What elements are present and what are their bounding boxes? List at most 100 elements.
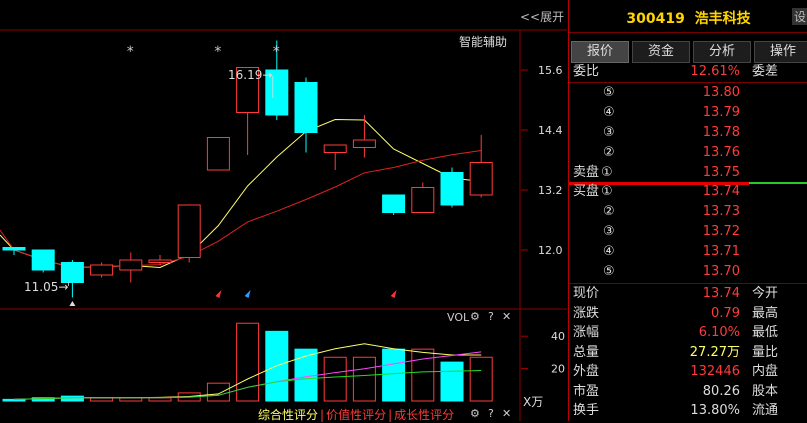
quote-panel: 300419 浩丰科技 设 报价 资金 分析 操作 委比 12.61% 委差 ⑤… <box>568 0 807 421</box>
sell-row[interactable]: 卖盘 ① 13.75 <box>569 163 807 183</box>
buy-row[interactable]: ④ 13.71 <box>569 242 807 262</box>
volume-bar <box>323 356 347 402</box>
price-tick-label: 14.4 <box>538 124 563 137</box>
kline-chart-panel[interactable]: 12.0 13.2 14.4 15.6 20 40 * * * <<展开 智能辅助 16.1… <box>0 0 567 422</box>
sell-row[interactable]: ⑤ 13.80 <box>569 83 807 103</box>
candle-body <box>323 144 347 153</box>
sell-level: ③ <box>603 125 615 140</box>
weibi-row: 委比 12.61% 委差 <box>573 64 778 79</box>
sell-price: 13.76 <box>702 145 740 160</box>
tab-quote[interactable]: 报价 <box>571 41 629 63</box>
sell-level: ④ <box>603 105 615 120</box>
price-tick-label: 15.6 <box>538 64 563 77</box>
candle-body <box>294 82 318 133</box>
stat-value: 6.10% <box>698 325 740 340</box>
sell-row[interactable]: ④ 13.79 <box>569 103 807 123</box>
sell-price: 13.79 <box>702 105 740 120</box>
buy-level: ② <box>603 204 615 219</box>
vol-label: VOL <box>447 311 470 324</box>
buy-price: 13.74 <box>702 184 740 199</box>
candle-body <box>31 249 55 271</box>
vol-tick-label: 20 <box>551 363 565 376</box>
stat-row: 外盘 132446 内盘 <box>569 362 807 382</box>
candle-body <box>352 139 376 148</box>
volume-bar <box>206 382 230 402</box>
buy-price: 13.71 <box>702 244 740 259</box>
stat-row: 换手 13.80% 流通 <box>569 401 807 421</box>
star-marker: * <box>127 44 134 60</box>
stat-value: 13.80% <box>690 403 740 418</box>
candle-body <box>119 259 143 271</box>
price-tick-label: 13.2 <box>538 184 563 197</box>
buy-level: ③ <box>603 224 615 239</box>
aux-label[interactable]: 智能辅助 <box>459 33 507 50</box>
stat-label: 总量 <box>573 344 600 360</box>
buy-price: 13.73 <box>702 204 740 219</box>
low-annotation: 11.05→ <box>24 280 69 294</box>
score-help-icon[interactable]: ? <box>488 407 494 420</box>
candle-body <box>148 259 172 263</box>
low-triangle-marker <box>69 301 76 306</box>
score-close-icon[interactable]: ✕ <box>502 407 511 420</box>
score-tab-growth[interactable]: 成长性评分 <box>394 408 454 422</box>
score-tab-value[interactable]: 价值性评分 <box>326 408 386 422</box>
star-marker: * <box>214 44 221 60</box>
stat-label: 现价 <box>573 286 600 301</box>
buy-row[interactable]: ② 13.73 <box>569 202 807 222</box>
candle-body <box>382 194 406 213</box>
stat-label: 市盈 <box>573 383 600 399</box>
stat-value: 132446 <box>690 364 740 379</box>
quote-tabs: 报价 资金 分析 操作 <box>571 41 807 63</box>
sell-level: ⑤ <box>603 85 615 100</box>
sell-row[interactable]: ③ 13.78 <box>569 123 807 143</box>
vol-tick-label: 40 <box>551 330 565 343</box>
ma10-line <box>0 150 482 269</box>
sell-row[interactable]: ② 13.76 <box>569 143 807 163</box>
buy-row[interactable]: ⑤ 13.70 <box>569 262 807 282</box>
signal-marker <box>244 290 251 298</box>
vol-close-icon[interactable]: ✕ <box>502 310 511 323</box>
kline-chart-svg[interactable]: 12.0 13.2 14.4 15.6 20 40 * * * <box>0 0 567 421</box>
buy-row[interactable]: ③ 13.72 <box>569 222 807 242</box>
buy-level: ⑤ <box>603 264 615 279</box>
buy-row[interactable]: 买盘 ① 13.74 <box>569 182 807 202</box>
buy-level: ④ <box>603 244 615 259</box>
tab-operation[interactable]: 操作 <box>754 41 807 63</box>
title-settings-button[interactable]: 设 <box>792 8 807 25</box>
expand-button[interactable]: <<展开 <box>520 8 564 25</box>
signal-marker <box>390 290 397 298</box>
stat-value: 0.79 <box>711 305 740 321</box>
tab-analysis[interactable]: 分析 <box>693 41 751 63</box>
sell-level: ② <box>603 145 615 160</box>
stat-value: 27.27万 <box>689 344 740 360</box>
stat-row: 涨跌 0.79 最高 <box>569 304 807 324</box>
stat-label2: 内盘 <box>751 364 778 379</box>
stat-label2: 最低 <box>751 325 778 340</box>
volume-bar <box>469 356 493 402</box>
stat-label2: 最高 <box>751 305 778 321</box>
vol-settings-icon[interactable]: ⚙ <box>470 310 480 323</box>
stat-row: 涨幅 6.10% 最低 <box>569 323 807 343</box>
candle-body <box>206 137 230 171</box>
stat-label2: 流通 <box>751 403 778 418</box>
stat-label: 换手 <box>573 403 600 418</box>
score-settings-icon[interactable]: ⚙ <box>470 407 480 420</box>
candle-body <box>440 172 464 206</box>
buy-level: ① <box>601 184 613 199</box>
candle-body <box>90 264 114 276</box>
sell-price: 13.80 <box>702 85 740 100</box>
price-tick-label: 12.0 <box>538 244 563 257</box>
stat-label: 外盘 <box>573 364 600 379</box>
tab-funds[interactable]: 资金 <box>632 41 690 63</box>
stat-row: 现价 13.74 今开 <box>569 284 807 304</box>
score-tab-composite[interactable]: 综合性评分 <box>258 408 318 422</box>
stat-label2: 股本 <box>751 383 778 399</box>
sell-price: 13.75 <box>702 165 740 180</box>
signal-marker <box>215 290 222 298</box>
stat-label2: 今开 <box>751 286 778 301</box>
vol-help-icon[interactable]: ? <box>488 310 494 323</box>
sell-price: 13.78 <box>702 125 740 140</box>
sell-level: ① <box>601 165 613 180</box>
stat-label2: 量比 <box>751 344 778 360</box>
volume-bar <box>440 361 464 402</box>
